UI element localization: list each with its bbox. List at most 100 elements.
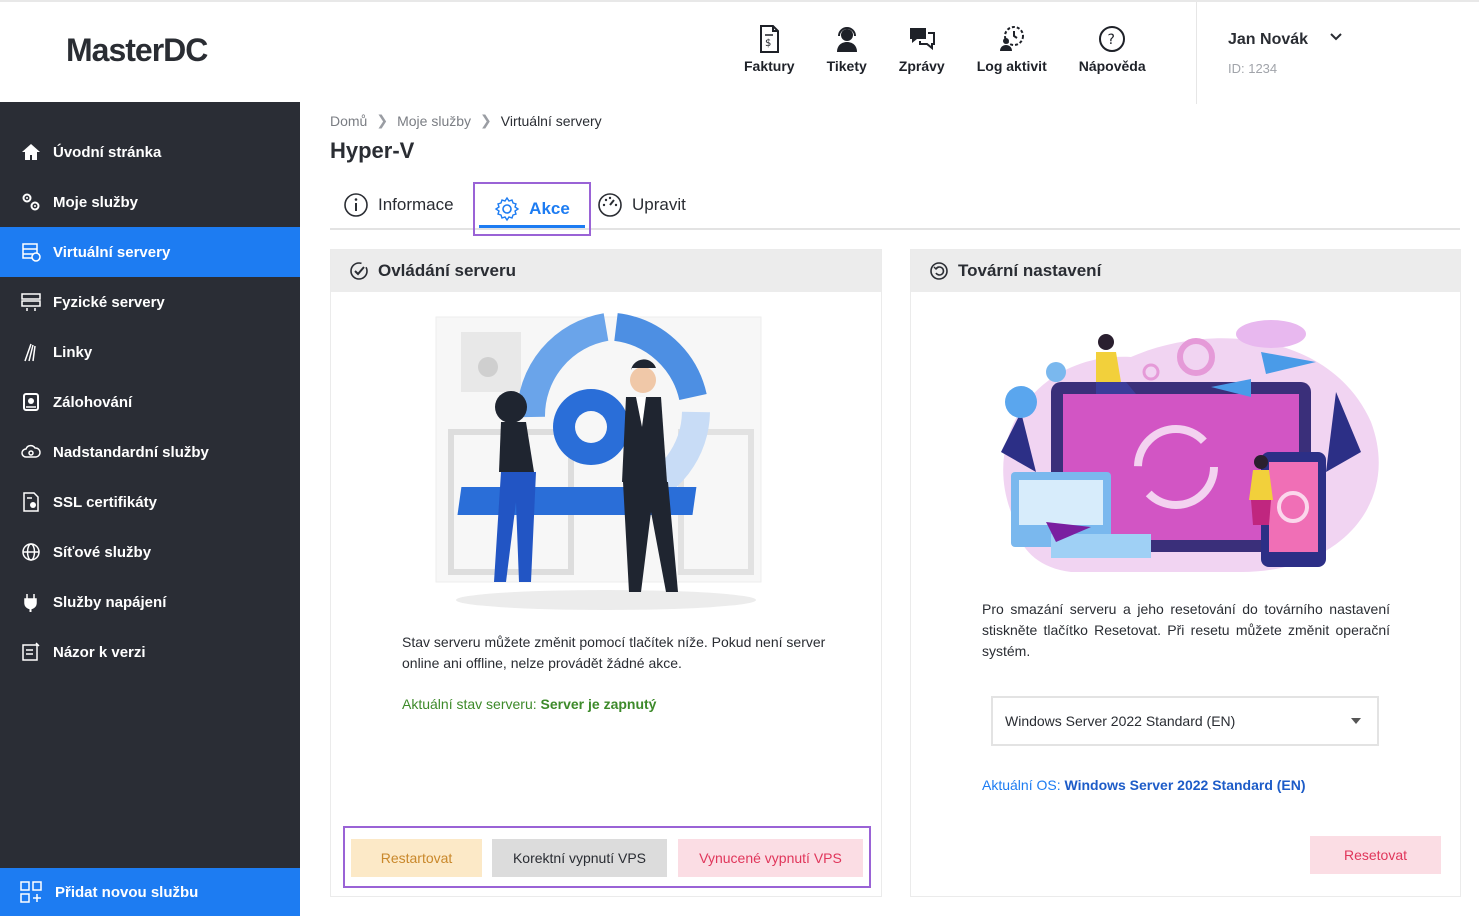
top-header: MasterDC $ Faktury Tikety Zprávy Log akt… xyxy=(0,0,1479,104)
sidebar-item-label: Názor k verzi xyxy=(53,643,146,661)
tab-label: Akce xyxy=(529,199,570,218)
sidebar-item-fyzicke-servery[interactable]: Fyzické servery xyxy=(0,277,300,327)
sidebar-item-virtualni-servery[interactable]: Virtuální servery xyxy=(0,227,300,277)
nav-tikety[interactable]: Tikety xyxy=(811,24,883,74)
nav-label: Nápověda xyxy=(1078,58,1146,74)
activity-log-icon xyxy=(999,26,1024,51)
add-grid-icon xyxy=(20,881,42,903)
info-icon xyxy=(344,193,368,217)
backup-icon xyxy=(20,391,42,413)
restart-button[interactable]: Restartovat xyxy=(351,839,482,877)
reset-icon xyxy=(930,262,948,280)
gear-icon xyxy=(494,196,520,222)
tab-bar: Informace Akce Upravit xyxy=(330,182,1460,236)
sidebar-item-nazor-k-verzi[interactable]: Názor k verzi xyxy=(0,627,300,677)
factory-reset-illustration xyxy=(1001,320,1379,572)
card-header: Ovládání serveru xyxy=(331,250,881,292)
fiber-icon xyxy=(20,341,42,363)
help-icon: ? xyxy=(1099,26,1126,52)
physical-server-icon xyxy=(20,291,42,313)
nav-zpravy[interactable]: Zprávy xyxy=(883,24,961,74)
globe-icon xyxy=(20,541,42,563)
home-icon xyxy=(20,141,42,163)
tab-label: Upravit xyxy=(632,195,686,214)
sidebar-item-label: Síťové služby xyxy=(53,543,152,561)
cloud-gear-icon xyxy=(20,441,42,463)
os-select[interactable]: Windows Server 2022 Standard (EN) xyxy=(991,696,1379,746)
nav-faktury[interactable]: $ Faktury xyxy=(728,24,811,74)
sidebar-item-label: Služby napájení xyxy=(53,593,167,611)
sidebar-item-label: Úvodní stránka xyxy=(53,143,162,161)
chevron-right-icon: ❯ xyxy=(480,112,492,128)
server-control-card: Ovládání serveru Stav serveru můžete změ… xyxy=(330,249,882,897)
tab-upravit[interactable]: Upravit xyxy=(597,182,686,228)
sidebar-item-moje-sluzby[interactable]: Moje služby xyxy=(0,177,300,227)
support-agent-icon xyxy=(836,27,857,52)
sidebar-item-ssl-certifikaty[interactable]: SSL certifikáty xyxy=(0,477,300,527)
virtual-server-icon xyxy=(20,241,42,263)
logo[interactable]: MasterDC xyxy=(66,32,208,69)
sidebar-item-label: Nadstandardní služby xyxy=(53,443,209,461)
factory-reset-card: Tovární nastavení Pro smazání serveru a … xyxy=(910,249,1461,897)
sidebar-item-sitove-sluzby[interactable]: Síťové služby xyxy=(0,527,300,577)
chat-icon xyxy=(909,28,935,51)
feedback-icon xyxy=(20,641,42,663)
svg-text:$: $ xyxy=(765,38,771,49)
nav-label: Tikety xyxy=(826,58,867,74)
page-title: Hyper-V xyxy=(330,138,415,163)
factory-reset-description: Pro smazání serveru a jeho resetování do… xyxy=(982,601,1390,659)
svg-text:?: ? xyxy=(1108,32,1115,48)
dropdown-caret-icon xyxy=(1351,718,1361,724)
certificate-icon xyxy=(20,491,42,513)
nav-label: Faktury xyxy=(744,58,795,74)
os-select-value: Windows Server 2022 Standard (EN) xyxy=(1005,713,1236,729)
reset-button[interactable]: Resetovat xyxy=(1310,836,1441,874)
teamwork-gear-illustration xyxy=(435,313,762,610)
current-os-value: Windows Server 2022 Standard (EN) xyxy=(1064,777,1306,793)
add-service-button[interactable]: Přidat novou službu xyxy=(0,868,300,916)
current-os: Aktuální OS: Windows Server 2022 Standar… xyxy=(982,777,1306,793)
force-shutdown-button[interactable]: Vynucené vypnutí VPS xyxy=(678,839,863,877)
nav-napoveda[interactable]: ? Nápověda xyxy=(1063,24,1162,74)
sidebar-item-linky[interactable]: Linky xyxy=(0,327,300,377)
services-icon xyxy=(20,191,42,213)
tab-active-underline xyxy=(479,225,585,228)
chevron-down-icon[interactable] xyxy=(1329,30,1343,49)
sidebar-item-label: Zálohování xyxy=(53,393,133,411)
user-id: ID: 1234 xyxy=(1228,61,1278,76)
user-menu[interactable]: Jan Novák ID: 1234 xyxy=(1196,2,1479,104)
card-header: Tovární nastavení xyxy=(911,250,1460,292)
plug-icon xyxy=(20,591,42,613)
sidebar-item-label: Linky xyxy=(53,343,93,361)
graceful-shutdown-button[interactable]: Korektní vypnutí VPS xyxy=(492,839,667,877)
server-action-buttons: Restartovat Korektní vypnutí VPS Vynucen… xyxy=(343,826,871,888)
nav-log-aktivit[interactable]: Log aktivit xyxy=(961,24,1063,74)
tab-akce[interactable]: Akce xyxy=(473,182,591,236)
tab-label: Informace xyxy=(378,195,454,214)
server-control-description: Stav serveru můžete změnit pomocí tlačít… xyxy=(402,634,826,671)
tab-informace[interactable]: Informace xyxy=(343,182,454,228)
server-state: Aktuální stav serveru: Server je zapnutý xyxy=(402,696,656,712)
server-state-value: Server je zapnutý xyxy=(540,696,657,712)
add-service-label: Přidat novou službu xyxy=(55,883,199,901)
breadcrumb-current: Virtuální servery xyxy=(500,112,602,129)
nav-label: Zprávy xyxy=(898,58,945,74)
check-circle-icon xyxy=(350,262,368,280)
user-name[interactable]: Jan Novák xyxy=(1228,31,1308,49)
sidebar-item-uvodni-stranka[interactable]: Úvodní stránka xyxy=(0,127,300,177)
current-os-label: Aktuální OS: xyxy=(982,777,1061,793)
breadcrumb-moje-sluzby[interactable]: Moje služby xyxy=(397,113,471,129)
breadcrumb: Domů ❯ Moje služby ❯ Virtuální servery xyxy=(330,112,602,129)
sidebar-item-zalohovani[interactable]: Zálohování xyxy=(0,377,300,427)
server-state-label: Aktuální stav serveru: xyxy=(402,696,537,712)
invoice-icon: $ xyxy=(760,25,780,53)
dashboard-icon xyxy=(598,193,622,217)
sidebar-item-label: Moje služby xyxy=(53,193,139,211)
nav-label: Log aktivit xyxy=(976,58,1047,74)
sidebar: Úvodní stránka Moje služby Virtuální ser… xyxy=(0,102,300,916)
sidebar-item-sluzby-napajeni[interactable]: Služby napájení xyxy=(0,577,300,627)
sidebar-item-label: Fyzické servery xyxy=(53,293,165,311)
card-title: Ovládání serveru xyxy=(378,261,516,280)
breadcrumb-domu[interactable]: Domů xyxy=(330,113,367,129)
sidebar-item-nadstandardni-sluzby[interactable]: Nadstandardní služby xyxy=(0,427,300,477)
